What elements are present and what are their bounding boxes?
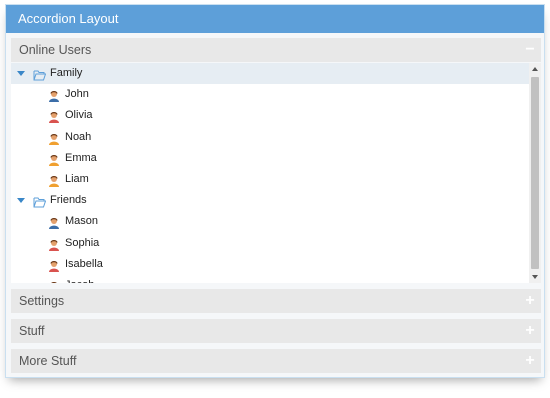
- accordion-title-settings: Settings: [19, 294, 65, 308]
- tree-user-olivia[interactable]: Olivia: [11, 105, 529, 126]
- accordion-header-stuff[interactable]: Stuff +: [11, 319, 541, 343]
- tree-group-friends[interactable]: Friends: [11, 190, 529, 211]
- expand-icon[interactable]: +: [519, 289, 541, 313]
- tree-user-label: Emma: [65, 151, 97, 164]
- tree-user-john[interactable]: John: [11, 84, 529, 105]
- accordion-header-online-users[interactable]: Online Users −: [11, 38, 541, 62]
- user-icon: [48, 280, 60, 283]
- tree-group-label: Friends: [50, 194, 87, 207]
- vertical-scrollbar[interactable]: [529, 63, 541, 283]
- tree-group-family[interactable]: Family: [11, 63, 529, 84]
- expand-icon[interactable]: +: [519, 319, 541, 343]
- tree-user-label: Sophia: [65, 236, 100, 249]
- tree-user-jacob[interactable]: Jacob: [11, 275, 529, 283]
- accordion-panel: Accordion Layout Online Users − Family Jo…: [5, 4, 545, 378]
- tree-user-noah[interactable]: Noah: [11, 127, 529, 148]
- tree-user-label: Liam: [65, 173, 89, 185]
- tree-user-label: Olivia: [65, 109, 93, 122]
- tree-user-mason[interactable]: Mason: [11, 211, 529, 232]
- accordion-title-online-users: Online Users: [19, 43, 92, 57]
- tree-user-liam[interactable]: Liam: [11, 169, 529, 190]
- scroll-up-icon[interactable]: [529, 63, 541, 75]
- tree-user-label: Noah: [65, 130, 92, 143]
- online-users-tree: Family John Olivia Noah Emma Liam Friends Mason…: [11, 63, 541, 283]
- scroll-thumb[interactable]: [531, 77, 539, 269]
- tree-group-label: Family: [50, 67, 83, 79]
- tree-user-sophia[interactable]: Sophia: [11, 233, 529, 254]
- expand-arrow-icon[interactable]: [17, 190, 27, 211]
- tree-user-label: Mason: [65, 215, 99, 228]
- expand-arrow-icon[interactable]: [17, 63, 27, 84]
- tree-user-label: Jacob: [65, 275, 94, 283]
- accordion-title-stuff: Stuff: [19, 324, 45, 338]
- accordion-title-more-stuff: More Stuff: [19, 354, 77, 368]
- tree-user-label: John: [65, 88, 89, 101]
- accordion-header-more-stuff[interactable]: More Stuff +: [11, 349, 541, 373]
- collapse-icon[interactable]: −: [519, 38, 541, 62]
- accordion-header-settings[interactable]: Settings +: [11, 289, 541, 313]
- tree-user-isabella[interactable]: Isabella: [11, 254, 529, 275]
- tree-user-emma[interactable]: Emma: [11, 148, 529, 169]
- tree-user-label: Isabella: [65, 257, 103, 270]
- expand-icon[interactable]: +: [519, 349, 541, 373]
- scroll-down-icon[interactable]: [529, 271, 541, 283]
- panel-title: Accordion Layout: [6, 5, 544, 33]
